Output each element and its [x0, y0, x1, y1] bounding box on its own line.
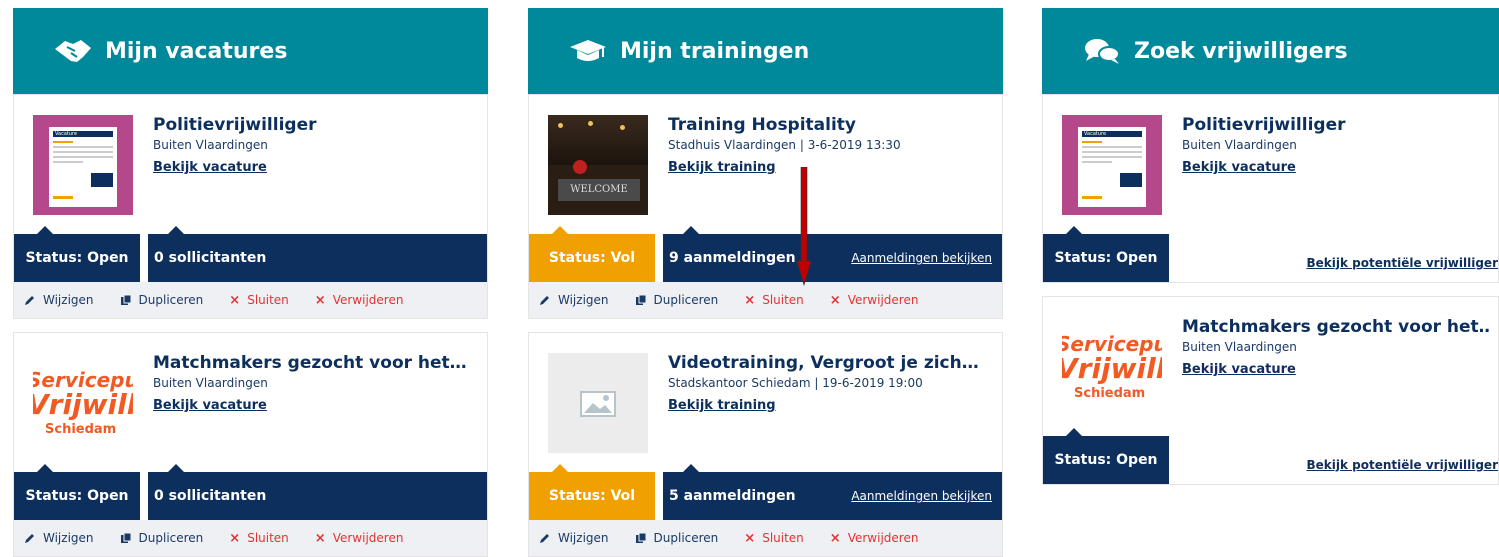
image-placeholder [548, 353, 648, 453]
registration-count: 9 aanmeldingen Aanmeldingen bekijken [669, 250, 992, 266]
action-bar: Wijzigen Dupliceren × Sluiten × Verwijdere… [529, 520, 1002, 556]
close-training-button[interactable]: × Sluiten [744, 531, 804, 546]
image-icon [580, 391, 616, 421]
view-training-link[interactable]: Bekijk training [668, 398, 776, 413]
vacancy-location: Buiten Vlaardingen [1182, 340, 1297, 354]
close-vacancy-button[interactable]: × Sluiten [229, 293, 289, 308]
view-training-link[interactable]: Bekijk training [668, 160, 776, 175]
pencil-icon [539, 532, 551, 544]
section-title: Mijn vacatures [105, 38, 288, 64]
doc-label: Vacature [53, 131, 113, 137]
doc-label: Vacature [1082, 131, 1142, 137]
close-icon: × [744, 530, 756, 546]
copy-icon [635, 294, 647, 306]
graduation-cap-icon [568, 36, 608, 66]
registration-count: 5 aanmeldingen Aanmeldingen bekijken [669, 488, 992, 504]
vacancy-document-thumbnail: Vacature [1062, 115, 1162, 215]
view-vacancy-link[interactable]: Bekijk vacature [153, 398, 267, 413]
vacancy-title: Matchmakers gezocht voor het… [1182, 317, 1490, 337]
status-badge: Status: Open [14, 234, 148, 282]
training-title: Training Hospitality [668, 115, 857, 135]
status-bar: Status: Vol 5 aanmeldingen Aanmeldingen … [529, 464, 1002, 520]
vacancy-title: Matchmakers gezocht voor het… [153, 353, 467, 373]
handshake-icon [53, 36, 93, 66]
vacancy-title: Politievrijwilliger [153, 115, 317, 135]
section-title: Zoek vrijwilligers [1134, 38, 1348, 64]
edit-button[interactable]: Wijzigen [24, 293, 94, 307]
training-card: WELCOME Training Hospitality Stadhuis Vl… [528, 94, 1003, 319]
column-zoek-vrijwilligers: Zoek vrijwilligers Vacature Politievrijw… [1042, 8, 1499, 485]
vacancy-location: Buiten Vlaardingen [153, 376, 268, 390]
section-header: Zoek vrijwilligers [1042, 8, 1499, 94]
vacancy-document-thumbnail: Vacature [33, 115, 133, 215]
close-icon: × [229, 292, 241, 308]
training-card: Videotraining, Vergroot je zich… Stadska… [528, 332, 1003, 557]
status-badge: Status: Vol [529, 234, 663, 282]
vacancy-title: Politievrijwilliger [1182, 115, 1346, 135]
organisation-logo: Servicepun Vrijwillige Schiedam [33, 368, 133, 437]
vacancy-card: Servicepun Vrijwillige Schiedam Matchmak… [13, 332, 488, 557]
view-vacancy-link[interactable]: Bekijk vacature [1182, 362, 1296, 377]
view-registrations-link[interactable]: Aanmeldingen bekijken [851, 489, 992, 503]
edit-button[interactable]: Wijzigen [539, 293, 609, 307]
organisation-logo: Servicepun Vrijwillige Schiedam [1062, 332, 1162, 401]
close-vacancy-button[interactable]: × Sluiten [229, 531, 289, 546]
action-bar: Wijzigen Dupliceren × Sluiten × Verwijdere… [14, 520, 487, 556]
action-bar: Wijzigen Dupliceren × Sluiten × Verwijdere… [529, 282, 1002, 318]
vacancy-card: Vacature Politievrijwilliger Buiten Vlaa… [13, 94, 488, 319]
status-bar: Status: Open 0 sollicitanten [14, 464, 487, 520]
view-potential-volunteers-link[interactable]: Bekijk potentiële vrijwilliger [1307, 256, 1498, 270]
annotation-arrow [797, 167, 811, 287]
pencil-icon [24, 294, 36, 306]
view-registrations-link[interactable]: Aanmeldingen bekijken [851, 251, 992, 265]
pencil-icon [539, 294, 551, 306]
status-bar: Status: Open Bekijk potentiële vrijwilli… [1043, 428, 1498, 484]
chat-bubbles-icon [1082, 36, 1122, 66]
status-badge: Status: Open [14, 472, 148, 520]
training-location-date: Stadhuis Vlaardingen | 3-6-2019 13:30 [668, 138, 901, 152]
training-photo: WELCOME [548, 115, 648, 215]
status-bar: Status: Vol 9 aanmeldingen Aanmeldingen … [529, 226, 1002, 282]
vacancy-card: Servicepun Vrijwillige Schiedam Matchmak… [1042, 296, 1499, 485]
delete-icon: × [314, 530, 326, 546]
applicant-count: 0 sollicitanten [154, 488, 267, 504]
vacancy-card: Vacature Politievrijwilliger Buiten Vlaa… [1042, 94, 1499, 283]
delete-icon: × [314, 292, 326, 308]
section-header: Mijn vacatures [13, 8, 488, 94]
status-badge: Status: Open [1043, 436, 1169, 484]
duplicate-button[interactable]: Dupliceren [635, 293, 718, 307]
training-title: Videotraining, Vergroot je zich… [668, 353, 979, 373]
column-mijn-trainingen: Mijn trainingen WELCOME Training Hospita… [528, 8, 1003, 557]
copy-icon [120, 532, 132, 544]
view-vacancy-link[interactable]: Bekijk vacature [1182, 160, 1296, 175]
pencil-icon [24, 532, 36, 544]
copy-icon [635, 532, 647, 544]
delete-icon: × [829, 292, 841, 308]
status-bar: Status: Open Bekijk potentiële vrijwilli… [1043, 226, 1498, 282]
delete-icon: × [829, 530, 841, 546]
view-vacancy-link[interactable]: Bekijk vacature [153, 160, 267, 175]
status-badge: Status: Open [1043, 234, 1169, 282]
column-mijn-vacatures: Mijn vacatures Vacature Politievrijwilli… [13, 8, 488, 557]
view-potential-volunteers-link[interactable]: Bekijk potentiële vrijwilliger [1307, 458, 1498, 472]
delete-button[interactable]: × Verwijderen [315, 293, 404, 308]
applicant-count: 0 sollicitanten [154, 250, 267, 266]
close-icon: × [744, 292, 756, 308]
training-location-date: Stadskantoor Schiedam | 19-6-2019 19:00 [668, 376, 923, 390]
duplicate-button[interactable]: Dupliceren [120, 293, 203, 307]
vacancy-location: Buiten Vlaardingen [1182, 138, 1297, 152]
status-badge: Status: Vol [529, 472, 663, 520]
delete-button[interactable]: × Verwijderen [830, 531, 919, 546]
section-title: Mijn trainingen [620, 38, 810, 64]
close-icon: × [229, 530, 241, 546]
section-header: Mijn trainingen [528, 8, 1003, 94]
delete-button[interactable]: × Verwijderen [830, 293, 919, 308]
delete-button[interactable]: × Verwijderen [315, 531, 404, 546]
vacancy-location: Buiten Vlaardingen [153, 138, 268, 152]
status-bar: Status: Open 0 sollicitanten [14, 226, 487, 282]
action-bar: Wijzigen Dupliceren × Sluiten × Verwijdere… [14, 282, 487, 318]
close-training-button[interactable]: × Sluiten [744, 293, 804, 308]
copy-icon [120, 294, 132, 306]
